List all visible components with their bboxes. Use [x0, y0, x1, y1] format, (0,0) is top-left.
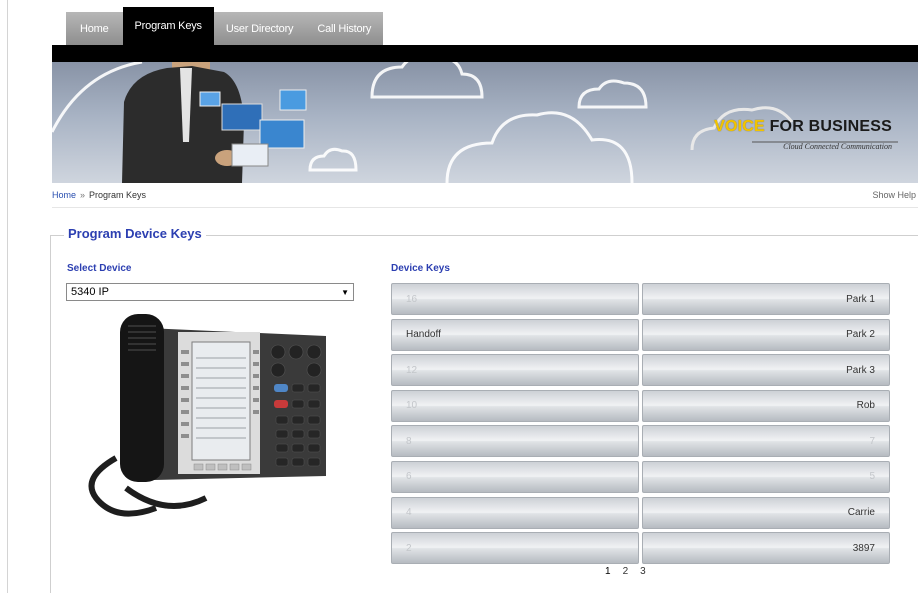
- device-key-button[interactable]: 10: [391, 389, 639, 422]
- page-link[interactable]: 3: [640, 566, 646, 577]
- key-row: 4 Carrie: [391, 496, 890, 529]
- device-key-button[interactable]: 12: [391, 354, 639, 387]
- page-link[interactable]: 2: [623, 566, 629, 577]
- breadcrumb-current: Program Keys: [89, 190, 147, 200]
- tab-user-directory[interactable]: User Directory: [213, 12, 306, 45]
- device-key-button[interactable]: 16: [391, 283, 639, 315]
- desk-phone-image: [88, 314, 326, 517]
- device-key-button[interactable]: Rob: [642, 389, 890, 422]
- device-key-button[interactable]: Handoff: [391, 318, 639, 351]
- brand-highlight: VOICE: [714, 118, 765, 135]
- device-key-button[interactable]: Carrie: [642, 496, 890, 529]
- key-row: 65: [391, 460, 890, 493]
- device-key-button[interactable]: Park 2: [642, 318, 890, 351]
- device-key-button[interactable]: 7: [642, 425, 890, 458]
- device-keys-grid: 16 Park 1 Handoff Park 2 12 Park 3 10 Rob 8 7 6 5 4 C…: [391, 283, 890, 568]
- show-help-link[interactable]: Show Help: [872, 190, 916, 200]
- tab-call-history[interactable]: Call History: [305, 12, 384, 45]
- device-key-button[interactable]: 6: [391, 460, 639, 493]
- device-select-value: 5340 IP: [71, 286, 109, 298]
- chevron-down-icon: ▼: [341, 287, 349, 297]
- page-link[interactable]: 1: [605, 566, 611, 577]
- tab-program-keys[interactable]: Program Keys: [122, 7, 214, 45]
- banner-top-bar: [52, 45, 918, 62]
- breadcrumb: Home » Program Keys: [52, 190, 146, 200]
- page-title: Program Device Keys: [64, 226, 206, 241]
- key-row: 87: [391, 425, 890, 458]
- breadcrumb-separator: »: [80, 190, 86, 200]
- device-key-button[interactable]: 3897: [642, 532, 890, 565]
- select-device-label: Select Device: [67, 263, 132, 274]
- device-key-button[interactable]: 8: [391, 425, 639, 458]
- breadcrumb-home-link[interactable]: Home: [52, 190, 76, 200]
- brand-tagline: Cloud Connected Communication: [783, 142, 892, 151]
- breadcrumb-divider: [52, 207, 918, 208]
- key-row: 12 Park 3: [391, 354, 890, 387]
- key-row: 16 Park 1: [391, 283, 890, 315]
- device-key-button[interactable]: Park 3: [642, 354, 890, 387]
- header-banner: VOICE FOR BUSINESS Cloud Connected Commu…: [52, 62, 918, 183]
- tab-home[interactable]: Home: [66, 12, 123, 45]
- brand-logo: VOICE FOR BUSINESS Cloud Connected Commu…: [714, 118, 892, 151]
- device-key-button[interactable]: 5: [642, 460, 890, 493]
- device-key-button[interactable]: 4: [391, 496, 639, 529]
- device-key-button[interactable]: Park 1: [642, 283, 890, 315]
- brand-name: FOR BUSINESS: [764, 118, 892, 135]
- main-nav-tabs: Home Program Keys User Directory Call Hi…: [66, 7, 384, 45]
- page-left-border: [7, 0, 8, 593]
- key-row: 2 3897: [391, 532, 890, 565]
- device-key-button[interactable]: 2: [391, 532, 639, 565]
- key-row: Handoff Park 2: [391, 318, 890, 351]
- pagination: 1 23: [605, 566, 646, 577]
- key-row: 10 Rob: [391, 389, 890, 422]
- device-select-dropdown[interactable]: 5340 IP ▼: [66, 283, 354, 301]
- device-keys-label: Device Keys: [391, 263, 450, 274]
